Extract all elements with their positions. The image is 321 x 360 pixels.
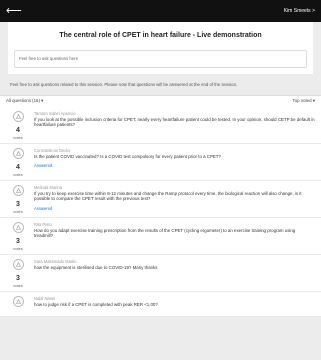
vote-label: votes [13, 134, 23, 140]
question-author: Tamara Isabel Aparicio [34, 110, 76, 116]
list-item: 3 votes Sara Maldonado Martin how the eq… [0, 255, 321, 292]
question-content: Tamara Isabel Aparicio If you look at th… [30, 110, 315, 140]
back-arrow-icon[interactable]: ⟵ [6, 5, 22, 17]
upvote-button[interactable] [12, 221, 24, 233]
question-author: Melinda Murina [34, 184, 62, 190]
question-list: 4 votes Tamara Isabel Aparicio If you lo… [0, 106, 321, 317]
upvote-button[interactable] [12, 110, 24, 122]
triangle-up-icon [15, 113, 21, 119]
triangle-up-icon [15, 187, 21, 193]
list-item: Nabil Naser how to judge risk if a CPET … [0, 292, 321, 317]
sort-dropdown[interactable]: Top voted ▾ [293, 98, 315, 104]
triangle-up-icon [15, 224, 21, 230]
question-author: Nabil Naser [34, 295, 56, 301]
question-content: Nabil Naser how to judge risk if a CPET … [30, 295, 315, 313]
session-header: The central role of CPET in heart failur… [8, 22, 313, 74]
upvote-button[interactable] [12, 295, 24, 307]
question-text: Is the patient COVID vaccinated? Is a CO… [34, 153, 221, 159]
vote-count: 4 [16, 163, 20, 171]
triangle-up-icon [15, 261, 21, 267]
answered-link[interactable]: Answered [34, 206, 315, 211]
list-item: 3 votes Melinda Murina If you try to kee… [0, 181, 321, 218]
question-text: How do you adapt exercise training presc… [34, 227, 296, 239]
ask-question-input[interactable] [14, 49, 307, 68]
top-bar: ⟵ Kim Smeets > [0, 0, 321, 22]
question-text: how to judge risk if a CPET is completed… [34, 301, 158, 307]
question-text: If you try to keep exercise time within … [34, 190, 302, 202]
question-text: If you look at the possible inclusion cr… [34, 116, 315, 128]
question-content: Rita Pinto How do you adapt exercise tra… [30, 221, 315, 251]
question-author: Rita Pinto [34, 221, 52, 227]
user-menu[interactable]: Kim Smeets > [284, 8, 315, 14]
question-text: how the equipment is sterilised due to C… [34, 264, 158, 270]
list-item: 3 votes Rita Pinto How do you adapt exer… [0, 218, 321, 255]
vote-label: votes [13, 245, 23, 251]
upvote-button[interactable] [12, 258, 24, 270]
list-item: 4 votes Tamara Isabel Aparicio If you lo… [0, 107, 321, 144]
question-author: Constantinos Deckx [34, 147, 71, 153]
filter-bar: All questions (16) ▾ Top voted ▾ [0, 94, 321, 107]
vote-column: 4 votes [6, 147, 30, 177]
vote-column [6, 295, 30, 313]
triangle-up-icon [15, 298, 21, 304]
vote-column: 3 votes [6, 221, 30, 251]
page-title: The central role of CPET in heart failur… [59, 32, 262, 39]
answered-link[interactable]: Answered [34, 163, 315, 168]
list-item: 4 votes Constantinos Deckx Is the patien… [0, 144, 321, 181]
question-content: Melinda Murina If you try to keep exerci… [30, 184, 315, 214]
upvote-button[interactable] [12, 147, 24, 159]
vote-column: 3 votes [6, 258, 30, 288]
vote-count: 3 [16, 274, 20, 282]
session-notice: Feel free to ask questions related to th… [10, 81, 238, 87]
vote-label: votes [13, 282, 23, 288]
vote-count: 3 [16, 200, 20, 208]
question-content: Sara Maldonado Martin how the equipment … [30, 258, 315, 288]
vote-column: 4 votes [6, 110, 30, 140]
vote-label: votes [13, 171, 23, 177]
upvote-button[interactable] [12, 184, 24, 196]
triangle-up-icon [15, 150, 21, 156]
question-author: Sara Maldonado Martin [34, 258, 77, 264]
question-filter-dropdown[interactable]: All questions (16) ▾ [6, 98, 43, 104]
vote-count: 4 [16, 126, 20, 134]
vote-label: votes [13, 208, 23, 214]
vote-count: 3 [16, 237, 20, 245]
vote-column: 3 votes [6, 184, 30, 214]
question-content: Constantinos Deckx Is the patient COVID … [30, 147, 315, 177]
